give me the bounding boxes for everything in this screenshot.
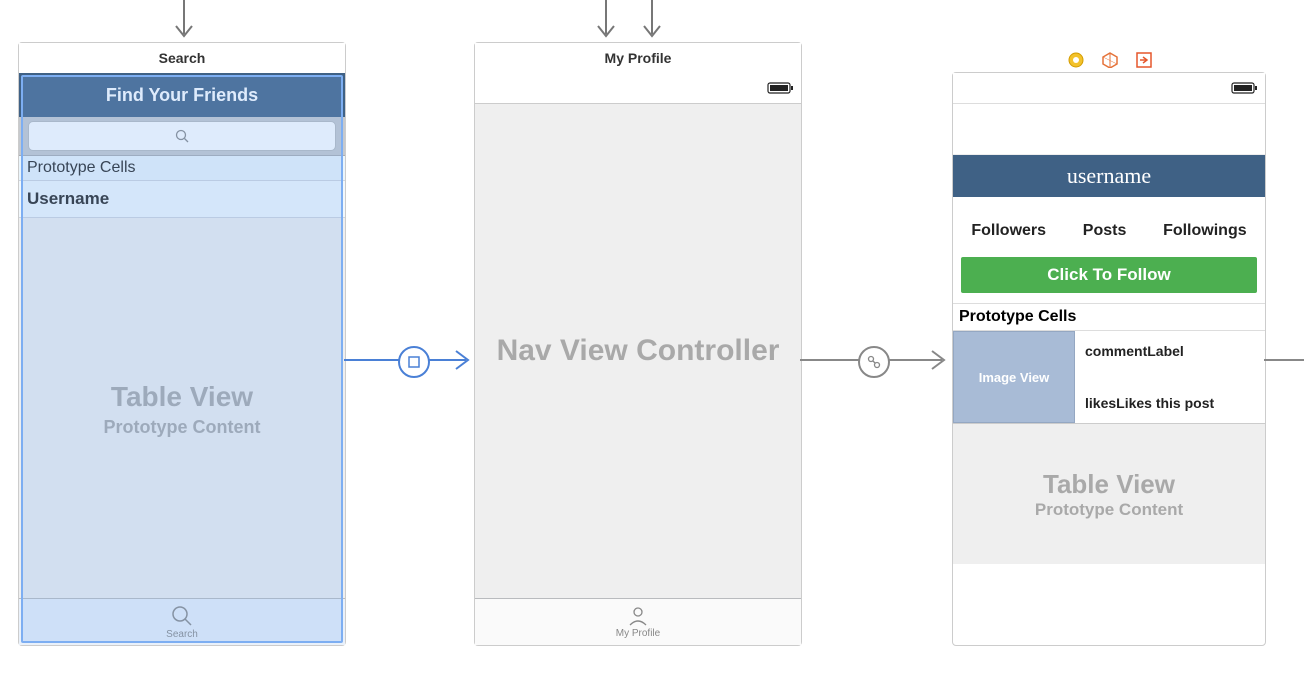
badge-circle-icon xyxy=(1068,52,1084,68)
scene-title: Search xyxy=(19,43,345,74)
scene-badges xyxy=(1068,52,1152,68)
placeholder-sub: Prototype Content xyxy=(104,417,261,438)
nav-controller-placeholder: Nav View Controller xyxy=(475,103,801,599)
arrow-into-scene-b-1 xyxy=(594,0,618,44)
likes-label: likesLikes this post xyxy=(1085,395,1255,411)
table-view-placeholder: Table View Prototype Content xyxy=(953,424,1265,564)
navigation-bar: Find Your Friends xyxy=(19,73,345,117)
stats-row: Followers Posts Followings xyxy=(953,211,1265,251)
segue-badge-present[interactable] xyxy=(398,346,430,378)
tab-bar[interactable]: Search xyxy=(19,598,345,645)
search-bar[interactable] xyxy=(19,117,345,156)
tab-bar[interactable]: My Profile xyxy=(475,598,801,645)
battery-icon xyxy=(1231,81,1259,95)
header-gap xyxy=(953,104,1265,155)
segue-arrow-out-c[interactable] xyxy=(1264,352,1304,368)
search-icon xyxy=(171,605,193,627)
badge-exit-icon xyxy=(1136,52,1152,68)
followings-label[interactable]: Followings xyxy=(1163,222,1247,240)
tab-label: My Profile xyxy=(616,628,660,639)
scene-search[interactable]: Search Find Your Friends Prototype Cells… xyxy=(18,42,346,646)
segue-badge-relationship[interactable] xyxy=(858,346,890,378)
arrow-into-scene-b-2 xyxy=(640,0,664,44)
battery-icon xyxy=(767,81,795,95)
search-input[interactable] xyxy=(28,121,336,151)
arrow-into-scene-a xyxy=(172,0,196,44)
username-bar: username xyxy=(953,155,1265,197)
table-view-placeholder: Table View Prototype Content xyxy=(19,219,345,599)
prototype-cell-username[interactable]: Username xyxy=(19,181,345,218)
placeholder-title: Table View xyxy=(111,381,253,413)
placeholder-sub: Prototype Content xyxy=(1035,500,1183,520)
scene-user-profile[interactable]: username Followers Posts Followings Clic… xyxy=(952,72,1266,646)
comment-label: commentLabel xyxy=(1085,343,1255,359)
scene-title: My Profile xyxy=(475,43,801,74)
followers-label[interactable]: Followers xyxy=(971,222,1046,240)
prototype-cells-header: Prototype Cells xyxy=(953,303,1265,331)
placeholder-title: Table View xyxy=(1043,469,1175,500)
scene-my-profile[interactable]: My Profile Nav View Controller My Profil… xyxy=(474,42,802,646)
follow-button[interactable]: Click To Follow xyxy=(961,257,1257,293)
badge-cube-icon xyxy=(1102,52,1118,68)
tab-label: Search xyxy=(166,629,198,640)
nav-title: Find Your Friends xyxy=(106,85,258,106)
prototype-cell-post[interactable]: Image View commentLabel likesLikes this … xyxy=(953,331,1265,424)
prototype-cells-header: Prototype Cells xyxy=(19,156,345,181)
profile-icon xyxy=(628,606,648,626)
image-view-placeholder: Image View xyxy=(953,331,1075,423)
search-icon xyxy=(175,129,189,143)
posts-label[interactable]: Posts xyxy=(1083,222,1127,240)
